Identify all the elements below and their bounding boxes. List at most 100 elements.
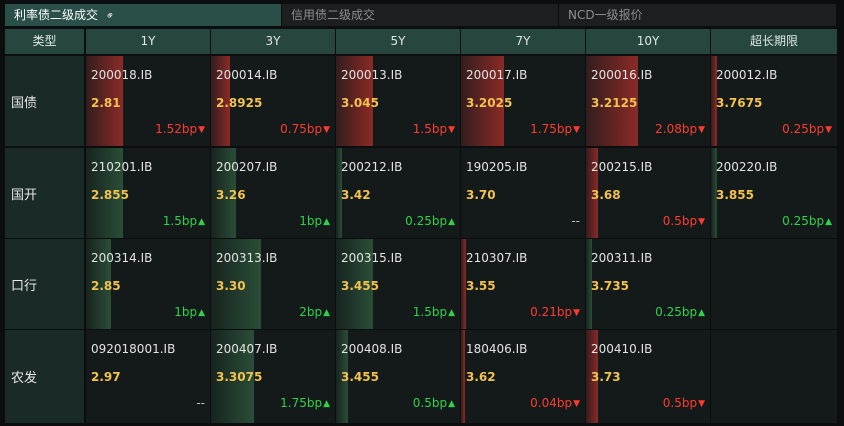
bond-yield: 3.55 — [466, 279, 496, 293]
bond-cell[interactable]: 200410.IB 3.73 0.5bp▼ — [586, 330, 710, 423]
bond-cell[interactable]: 200313.IB 3.30 2bp▲ — [211, 239, 335, 329]
bond-code[interactable]: 200207.IB — [216, 160, 277, 174]
bond-yield: 3.73 — [591, 370, 621, 384]
arrow-up-icon: ▲ — [698, 308, 705, 318]
bond-cell[interactable]: 200017.IB 3.2025 1.75bp▼ — [461, 56, 585, 146]
bond-code[interactable]: 092018001.IB — [91, 342, 175, 356]
bond-change: 1.75bp▼ — [530, 122, 580, 136]
bond-cell[interactable]: 210307.IB 3.55 0.21bp▼ — [461, 239, 585, 329]
header-tenor[interactable]: 7Y — [461, 29, 585, 54]
arrow-down-icon: ▼ — [825, 125, 832, 135]
change-value: 0.75bp — [280, 122, 323, 136]
bond-code[interactable]: 200013.IB — [341, 68, 402, 82]
bond-cell[interactable]: 200018.IB 2.81 1.52bp▼ — [86, 56, 210, 146]
bond-code[interactable]: 200220.IB — [716, 160, 777, 174]
bond-code[interactable]: 200315.IB — [341, 251, 402, 265]
bond-code[interactable]: 200311.IB — [591, 251, 652, 265]
change-value: 1.5bp — [162, 214, 198, 228]
bond-cell[interactable]: 200016.IB 3.2125 2.08bp▼ — [586, 56, 710, 146]
bond-cell[interactable]: 190205.IB 3.70 -- — [461, 148, 585, 238]
bond-code[interactable]: 200410.IB — [591, 342, 652, 356]
bond-cell[interactable]: 200014.IB 2.8925 0.75bp▼ — [211, 56, 335, 146]
bond-yield: 3.045 — [341, 96, 379, 110]
bond-yield: 3.2025 — [466, 96, 513, 110]
header-tenor[interactable]: 超长期限 — [711, 29, 837, 54]
bond-yield: 3.3075 — [216, 370, 263, 384]
tab-rate-bond-trades[interactable]: 利率债二级成交 ⚭ — [5, 4, 282, 26]
bond-cell[interactable]: 200215.IB 3.68 0.5bp▼ — [586, 148, 710, 238]
tab-bar: 利率债二级成交 ⚭ 信用债二级成交 NCD一级报价 — [5, 4, 837, 26]
bond-change: 1.5bp▼ — [413, 122, 455, 136]
row-type-label: 农发 — [5, 330, 84, 423]
bond-cell[interactable]: 200013.IB 3.045 1.5bp▼ — [336, 56, 460, 146]
bond-code[interactable]: 200408.IB — [341, 342, 402, 356]
bond-cell[interactable]: 200407.IB 3.3075 1.75bp▲ — [211, 330, 335, 423]
bond-yield: 3.68 — [591, 188, 621, 202]
row-type-label: 国开 — [5, 148, 84, 238]
bond-code[interactable]: 200017.IB — [466, 68, 527, 82]
tab-ncd-quotes[interactable]: NCD一级报价 — [559, 4, 837, 26]
bond-code[interactable]: 190205.IB — [466, 160, 527, 174]
bond-cell[interactable]: 180406.IB 3.62 0.04bp▼ — [461, 330, 585, 423]
arrow-up-icon: ▲ — [448, 399, 455, 409]
bond-cell[interactable]: 200207.IB 3.26 1bp▲ — [211, 148, 335, 238]
bond-yield: 2.8925 — [216, 96, 263, 110]
bond-cell[interactable]: 200311.IB 3.735 0.25bp▲ — [586, 239, 710, 329]
header-tenor[interactable]: 5Y — [336, 29, 460, 54]
bond-code[interactable]: 200012.IB — [716, 68, 777, 82]
bond-yield: 3.42 — [341, 188, 371, 202]
bond-yield: 3.62 — [466, 370, 496, 384]
bond-code[interactable]: 180406.IB — [466, 342, 527, 356]
bond-code[interactable]: 200016.IB — [591, 68, 652, 82]
bond-cell[interactable]: 200408.IB 3.455 0.5bp▲ — [336, 330, 460, 423]
bond-cell[interactable]: 200314.IB 2.85 1bp▲ — [86, 239, 210, 329]
bond-change: 0.21bp▼ — [530, 305, 580, 319]
bond-code[interactable]: 200018.IB — [91, 68, 152, 82]
change-value: 2.08bp — [655, 122, 698, 136]
bond-cell[interactable]: 200012.IB 3.7675 0.25bp▼ — [711, 56, 837, 146]
bond-cell[interactable]: 210201.IB 2.855 1.5bp▲ — [86, 148, 210, 238]
bond-cell[interactable]: 200315.IB 3.455 1.5bp▲ — [336, 239, 460, 329]
row-type-label: 口行 — [5, 239, 84, 329]
change-value: 0.25bp — [782, 122, 825, 136]
change-value: 0.21bp — [530, 305, 573, 319]
arrow-down-icon: ▼ — [573, 125, 580, 135]
bond-yield: 2.81 — [91, 96, 121, 110]
bond-change: 0.25bp▼ — [782, 122, 832, 136]
bond-code[interactable]: 210201.IB — [91, 160, 152, 174]
bond-yield: 2.97 — [91, 370, 121, 384]
bond-yield: 3.2125 — [591, 96, 638, 110]
bond-change: 0.25bp▲ — [655, 305, 705, 319]
header-tenor[interactable]: 10Y — [586, 29, 710, 54]
arrow-down-icon: ▼ — [698, 399, 705, 409]
tab-label: 信用债二级成交 — [291, 8, 376, 22]
tab-credit-bond-trades[interactable]: 信用债二级成交 — [282, 4, 559, 26]
bond-cell — [711, 239, 837, 329]
arrow-down-icon: ▼ — [698, 217, 705, 227]
bond-code[interactable]: 200314.IB — [91, 251, 152, 265]
link-icon[interactable]: ⚭ — [100, 5, 122, 27]
bond-change: 1.75bp▲ — [280, 396, 330, 410]
bond-code[interactable]: 200014.IB — [216, 68, 277, 82]
header-tenor[interactable]: 1Y — [86, 29, 210, 54]
change-value: 1.5bp — [412, 122, 448, 136]
change-value: 1.75bp — [280, 396, 323, 410]
bond-change: 1.5bp▲ — [413, 305, 455, 319]
bond-change: 1.52bp▼ — [155, 122, 205, 136]
tab-label: NCD一级报价 — [568, 8, 643, 22]
header-tenor[interactable]: 3Y — [211, 29, 335, 54]
bond-code[interactable]: 200215.IB — [591, 160, 652, 174]
bond-code[interactable]: 200407.IB — [216, 342, 277, 356]
change-value: 0.5bp — [662, 214, 698, 228]
bond-change: 0.25bp▲ — [405, 214, 455, 228]
arrow-down-icon: ▼ — [198, 125, 205, 135]
bond-cell[interactable]: 200220.IB 3.855 0.25bp▲ — [711, 148, 837, 238]
bond-cell[interactable]: 092018001.IB 2.97 -- — [86, 330, 210, 423]
arrow-up-icon: ▲ — [323, 308, 330, 318]
bond-code[interactable]: 200212.IB — [341, 160, 402, 174]
bond-code[interactable]: 210307.IB — [466, 251, 527, 265]
change-value: 1bp — [174, 305, 198, 319]
header-type: 类型 — [5, 29, 84, 54]
bond-code[interactable]: 200313.IB — [216, 251, 277, 265]
bond-cell[interactable]: 200212.IB 3.42 0.25bp▲ — [336, 148, 460, 238]
